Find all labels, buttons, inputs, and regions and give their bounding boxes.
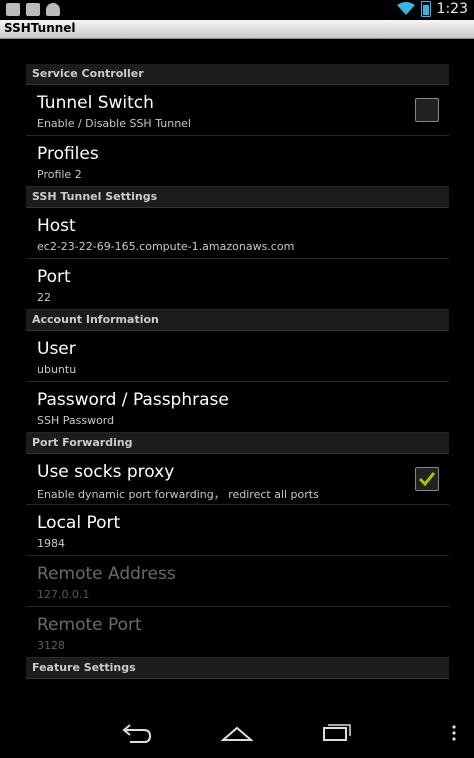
pref-use-socks-proxy[interactable]: Use socks proxy Enable dynamic port forw… bbox=[26, 454, 449, 505]
category-header: Feature Settings bbox=[32, 661, 136, 674]
pref-title: Tunnel Switch bbox=[37, 93, 154, 113]
app-title: SSHTunnel bbox=[4, 21, 76, 35]
tunnel-switch-checkbox[interactable] bbox=[415, 98, 439, 122]
pref-summary: 1984 bbox=[37, 537, 65, 550]
pref-host[interactable]: Host ec2-23-22-69-165.compute-1.amazonaw… bbox=[26, 208, 449, 259]
pref-title: Remote Port bbox=[37, 615, 142, 635]
pref-title: Use socks proxy bbox=[37, 462, 175, 482]
back-icon[interactable] bbox=[120, 722, 152, 744]
pref-title: Local Port bbox=[37, 513, 121, 533]
notification-icons bbox=[6, 3, 60, 16]
pref-summary: 22 bbox=[37, 291, 51, 304]
action-bar: SSHTunnel bbox=[0, 20, 474, 39]
wifi-icon bbox=[396, 2, 415, 15]
pref-title: User bbox=[37, 339, 76, 359]
home-icon[interactable] bbox=[221, 722, 253, 744]
pref-summary: Enable / Disable SSH Tunnel bbox=[37, 117, 191, 130]
socks-proxy-checkbox[interactable] bbox=[415, 467, 439, 491]
pref-title: Password / Passphrase bbox=[37, 390, 229, 410]
pref-summary: SSH Password bbox=[37, 414, 115, 427]
pref-summary: 3128 bbox=[37, 639, 65, 652]
checkmark-icon bbox=[418, 472, 436, 487]
android-icon bbox=[46, 3, 60, 16]
category-service-controller: Service Controller bbox=[26, 64, 449, 85]
pref-title: Port bbox=[37, 267, 71, 287]
pref-local-port[interactable]: Local Port 1984 bbox=[26, 505, 449, 556]
keyboard-icon bbox=[26, 3, 40, 16]
pref-summary: Enable dynamic port forwarding， redirect… bbox=[37, 488, 319, 501]
category-feature-settings: Feature Settings bbox=[26, 658, 449, 679]
pref-summary: Profile 2 bbox=[37, 168, 82, 181]
pref-port[interactable]: Port 22 bbox=[26, 259, 449, 310]
pref-user[interactable]: User ubuntu bbox=[26, 331, 449, 382]
battery-icon bbox=[420, 1, 431, 17]
gallery-icon bbox=[6, 3, 20, 16]
category-header: Service Controller bbox=[32, 67, 144, 80]
pref-profiles[interactable]: Profiles Profile 2 bbox=[26, 136, 449, 187]
preferences-list: Service Controller Tunnel Switch Enable … bbox=[26, 64, 449, 679]
category-header: Account Information bbox=[32, 313, 159, 326]
overflow-menu-icon[interactable] bbox=[450, 722, 458, 744]
pref-title: Remote Address bbox=[37, 564, 176, 584]
category-header: Port Forwarding bbox=[32, 436, 133, 449]
pref-summary: ec2-23-22-69-165.compute-1.amazonaws.com bbox=[37, 240, 295, 253]
system-icons: 1:23 bbox=[396, 1, 468, 17]
recents-icon[interactable] bbox=[322, 722, 354, 744]
pref-summary: ubuntu bbox=[37, 363, 77, 376]
category-ssh-tunnel-settings: SSH Tunnel Settings bbox=[26, 187, 449, 208]
pref-tunnel-switch[interactable]: Tunnel Switch Enable / Disable SSH Tunne… bbox=[26, 85, 449, 136]
status-bar: 1:23 bbox=[0, 0, 474, 20]
category-port-forwarding: Port Forwarding bbox=[26, 433, 449, 454]
pref-title: Profiles bbox=[37, 144, 99, 164]
pref-remote-port: Remote Port 3128 bbox=[26, 607, 449, 658]
clock: 1:23 bbox=[436, 1, 468, 17]
pref-summary: 127.0.0.1 bbox=[37, 588, 90, 601]
category-account-information: Account Information bbox=[26, 310, 449, 331]
pref-title: Host bbox=[37, 216, 76, 236]
navigation-bar bbox=[0, 710, 474, 758]
pref-password[interactable]: Password / Passphrase SSH Password bbox=[26, 382, 449, 433]
pref-remote-address: Remote Address 127.0.0.1 bbox=[26, 556, 449, 607]
category-header: SSH Tunnel Settings bbox=[32, 190, 158, 203]
